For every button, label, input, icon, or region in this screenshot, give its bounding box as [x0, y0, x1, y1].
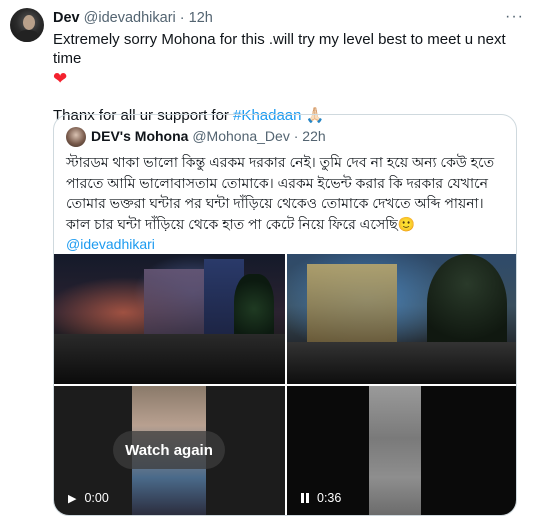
photo-palm: [427, 254, 507, 354]
video-player-1[interactable]: Watch again ▶ 0:00: [54, 386, 285, 515]
heart-icon: ❤: [53, 69, 68, 88]
photo-building: [307, 264, 397, 354]
author-avatar[interactable]: [10, 8, 44, 42]
author-name[interactable]: Dev: [53, 10, 80, 26]
heart-emoji-row: ❤: [53, 69, 523, 89]
quoted-header: DEV's Mohona @Mohona_Dev · 22h: [91, 128, 326, 144]
avatar-face: [23, 15, 35, 30]
more-dots-icon[interactable]: ···: [505, 8, 524, 26]
video-frame: [369, 386, 421, 515]
avatar-body: [16, 30, 40, 42]
quoted-mention-link[interactable]: @idevadhikari: [66, 234, 510, 255]
quoted-text: স্টারডম থাকা ভালো কিন্তু এরকম দরকার নেই।…: [66, 152, 510, 255]
photo-crowd: [54, 334, 285, 384]
tweet-header: Dev @idevadhikari · 12h: [53, 10, 213, 26]
quoted-author-avatar[interactable]: [66, 127, 86, 147]
play-icon[interactable]: ▶: [68, 492, 76, 505]
video-2-controls: 0:36: [301, 491, 341, 505]
quoted-time[interactable]: 22h: [302, 128, 325, 144]
header-separator: ·: [179, 10, 185, 26]
watch-again-button[interactable]: Watch again: [113, 431, 225, 469]
video-1-controls: ▶ 0:00: [68, 491, 109, 505]
photo-building: [144, 269, 204, 344]
media-grid: Watch again ▶ 0:00 0:36: [54, 254, 516, 515]
video-player-2[interactable]: 0:36: [287, 386, 516, 515]
photo-crowd-night[interactable]: [54, 254, 285, 384]
tweet-time[interactable]: 12h: [189, 10, 213, 26]
photo-mall-crowd[interactable]: [287, 254, 516, 384]
tweet-line-1: Extremely sorry Mohona for this .will tr…: [53, 31, 506, 67]
author-handle[interactable]: @idevadhikari: [84, 10, 176, 26]
quoted-separator: ·: [293, 128, 299, 144]
tweet-text: Extremely sorry Mohona for this .will tr…: [53, 30, 523, 125]
quoted-body: স্টারডম থাকা ভালো কিন্তু এরকম দরকার নেই।…: [66, 154, 495, 232]
photo-crowd: [287, 342, 516, 384]
video-2-time: 0:36: [317, 491, 342, 505]
quoted-author-name[interactable]: DEV's Mohona: [91, 128, 188, 144]
quoted-author-handle[interactable]: @Mohona_Dev: [192, 128, 290, 144]
quoted-tweet[interactable]: DEV's Mohona @Mohona_Dev · 22h স্টারডম থ…: [53, 114, 517, 516]
video-1-time: 0:00: [84, 491, 109, 505]
pause-icon[interactable]: [301, 493, 309, 503]
